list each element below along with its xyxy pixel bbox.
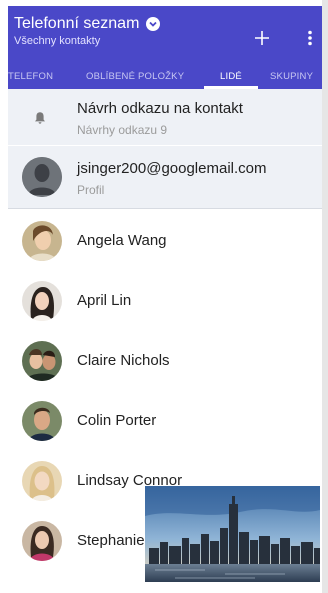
- app-header: Telefonní seznam Všechny kontakty: [8, 6, 322, 64]
- contact-name: Angela Wang: [77, 232, 167, 249]
- tab-bar: TELEFON OBLÍBENÉ POLOŽKY LIDÉ SKUPINY: [8, 64, 322, 89]
- suggestion-subtitle: Návrhy odkazu 9: [77, 123, 168, 137]
- contact-name: Claire Nichols: [77, 352, 170, 369]
- app-title: Telefonní seznam: [14, 15, 140, 32]
- list-item[interactable]: Claire Nichols: [8, 331, 322, 391]
- contact-name: Colin Porter: [77, 412, 157, 429]
- contacts-screen: Telefonní seznam Všechny kontakty TELEFO…: [0, 0, 328, 593]
- avatar: [22, 157, 62, 197]
- avatar: [22, 281, 62, 321]
- profile-label: Profil: [77, 183, 105, 197]
- profile-email: jsinger200@googlemail.com: [77, 160, 267, 177]
- contact-name: Stephanie: [77, 532, 145, 549]
- plus-icon[interactable]: [250, 26, 274, 50]
- app-subtitle: Všechny kontakty: [14, 35, 101, 47]
- list-item[interactable]: Colin Porter: [8, 391, 322, 451]
- tab-telefon[interactable]: TELEFON: [8, 71, 53, 82]
- my-profile-row[interactable]: jsinger200@googlemail.com Profil: [8, 146, 322, 209]
- avatar: [22, 221, 62, 261]
- account-selector[interactable]: Telefonní seznam: [14, 15, 161, 33]
- avatar: [22, 401, 62, 441]
- suggestion-title: Návrh odkazu na kontakt: [77, 100, 243, 117]
- contact-name: April Lin: [77, 292, 132, 309]
- list-item[interactable]: Angela Wang: [8, 211, 322, 271]
- scrollbar[interactable]: [322, 0, 328, 593]
- picture-in-picture-video[interactable]: [145, 486, 320, 582]
- list-item[interactable]: April Lin: [8, 271, 322, 331]
- bell-icon: [34, 111, 46, 130]
- avatar: [22, 341, 62, 381]
- more-vert-icon[interactable]: [298, 26, 322, 50]
- avatar: [22, 461, 62, 501]
- contact-link-suggestion[interactable]: Návrh odkazu na kontakt Návrhy odkazu 9: [8, 89, 322, 145]
- tab-oblibene-polozky[interactable]: OBLÍBENÉ POLOŽKY: [86, 71, 184, 82]
- avatar: [22, 521, 62, 561]
- tab-skupiny[interactable]: SKUPINY: [270, 71, 313, 82]
- chevron-down-icon: [146, 17, 161, 31]
- tab-lide[interactable]: LIDÉ: [220, 71, 242, 82]
